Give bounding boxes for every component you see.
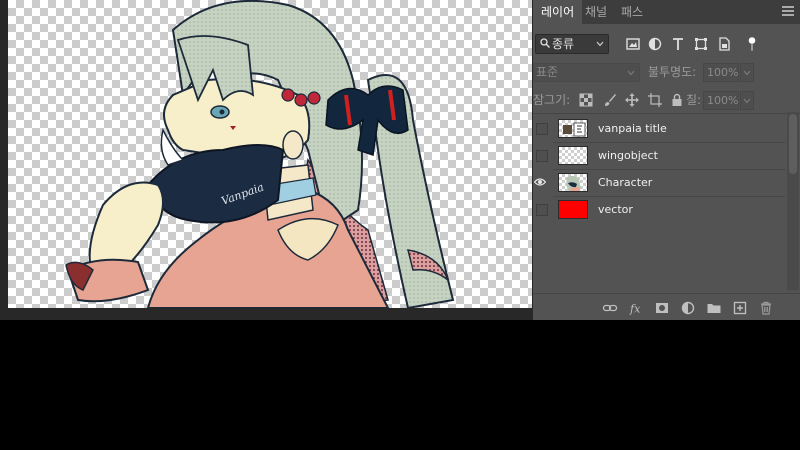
filter-toggle-icon[interactable] [744, 36, 760, 52]
panel-tab-bar: 레이어 채널 패스 [533, 0, 800, 24]
lock-label: 잠그기: [533, 93, 571, 107]
visibility-toggle[interactable] [533, 115, 548, 142]
lock-transparent-icon[interactable] [579, 93, 593, 107]
chevron-down-icon [743, 98, 751, 104]
lock-brush-icon[interactable] [603, 93, 617, 107]
add-mask-icon[interactable] [654, 300, 670, 316]
blend-mode-label: 표준 [536, 65, 559, 79]
fill-dropdown[interactable] [740, 91, 754, 110]
layer-name: wingobject [598, 149, 658, 162]
trash-icon[interactable] [758, 300, 774, 316]
layer-row-character[interactable]: Character [533, 169, 785, 196]
chevron-down-icon [627, 70, 635, 76]
lock-move-icon[interactable] [625, 93, 639, 107]
layer-row-vector[interactable]: vector [533, 196, 785, 223]
lock-row: 잠그기: 칠: 100% [533, 88, 800, 112]
eye-icon [534, 178, 546, 186]
visibility-box [536, 150, 548, 162]
visibility-toggle[interactable] [533, 142, 548, 169]
adjustment-layer-icon[interactable] [680, 300, 696, 316]
fill-field[interactable]: 100% [703, 91, 739, 110]
layer-thumbnail [558, 146, 588, 165]
opacity-field[interactable]: 100% [703, 63, 739, 82]
chevron-down-icon [743, 70, 751, 76]
fx-icon[interactable]: fx [628, 300, 644, 316]
layer-list-scrollbar[interactable] [787, 112, 799, 290]
svg-text:fx: fx [629, 303, 641, 316]
pixel-filter-icon[interactable] [625, 36, 641, 52]
fill-label: 칠: [686, 93, 702, 107]
search-icon [540, 38, 550, 48]
link-layers-icon[interactable] [602, 300, 618, 316]
smart-object-filter-icon[interactable] [716, 36, 732, 52]
character-illustration: Vanpaia [65, 0, 455, 308]
filter-kind-select[interactable]: 종류 [535, 34, 609, 54]
lock-all-icon[interactable] [670, 93, 684, 107]
new-layer-icon[interactable] [732, 300, 748, 316]
visibility-toggle[interactable] [533, 169, 546, 196]
adjustment-filter-icon[interactable] [647, 36, 663, 52]
tab-paths[interactable]: 패스 [613, 0, 651, 24]
layer-name: vector [598, 203, 633, 216]
layer-thumbnail [558, 119, 588, 138]
layer-name: vanpaia title [598, 122, 667, 135]
canvas-workspace[interactable]: Vanpaia [0, 0, 533, 320]
opacity-dropdown[interactable] [740, 63, 754, 82]
panel-separator [533, 113, 800, 114]
tab-layers[interactable]: 레이어 [533, 0, 583, 24]
shape-filter-icon[interactable] [693, 36, 709, 52]
visibility-toggle[interactable] [533, 196, 548, 223]
layer-name: Character [598, 176, 653, 189]
panel-menu-icon[interactable] [782, 0, 794, 24]
layer-filter-row: 종류 [533, 32, 800, 56]
document-canvas[interactable]: Vanpaia [8, 0, 532, 308]
type-filter-icon[interactable] [670, 36, 686, 52]
layers-panel-footer: fx [533, 293, 800, 320]
scrollbar-thumb[interactable] [789, 114, 797, 174]
layer-row-vanpaia-title[interactable]: vanpaia title [533, 115, 785, 142]
filter-kind-label: 종류 [552, 37, 575, 51]
lock-artboard-icon[interactable] [648, 93, 662, 107]
opacity-label: 불투명도: [648, 65, 697, 79]
tab-channels[interactable]: 채널 [577, 0, 615, 24]
layer-row-wingobject[interactable]: wingobject [533, 142, 785, 169]
layers-panel: 레이어 채널 패스 종류 표준 불투명도: 100% 잠그기: 칠: 100% … [533, 0, 800, 320]
layer-thumbnail [558, 173, 588, 192]
new-group-icon[interactable] [706, 300, 722, 316]
visibility-box [536, 204, 548, 216]
visibility-box [536, 123, 548, 135]
blend-mode-select[interactable]: 표준 [533, 63, 640, 82]
chevron-down-icon [596, 41, 604, 47]
layer-thumbnail [558, 200, 588, 219]
blend-row: 표준 불투명도: 100% [533, 60, 800, 84]
